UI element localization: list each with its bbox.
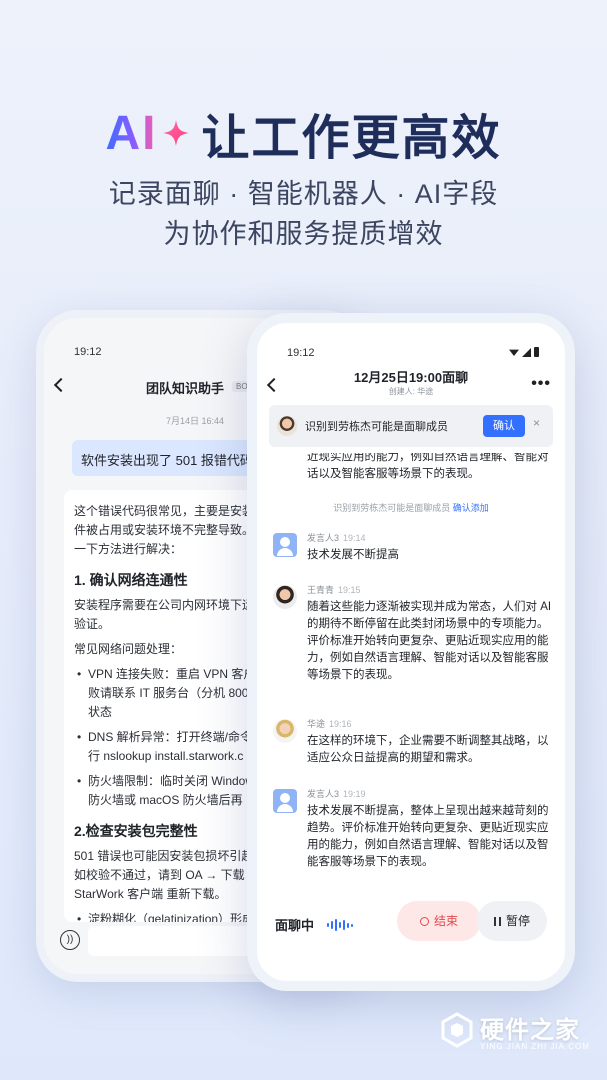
confirm-button[interactable]: 确认	[483, 415, 525, 437]
speaker-name: 华途 19:16	[307, 717, 352, 730]
watermark-url: YING JIAN ZHI JIA.COM	[480, 1042, 590, 1051]
audio-wave-icon	[327, 919, 353, 931]
bot-chat-title: 团队知识助手	[146, 381, 225, 396]
battery-icon	[534, 347, 539, 357]
power-icon	[419, 917, 429, 926]
transcript: 近现实应用的能力，例如自然语言理解、智能对话以及智能客服等场景下的表现。 识别到…	[257, 453, 565, 873]
close-icon[interactable]: ×	[533, 416, 540, 430]
speaker-label: 发言人3	[307, 789, 340, 799]
hero-title-text: 让工作更高效	[201, 112, 502, 165]
speaker-label: 王青青	[307, 585, 335, 595]
message-time: 19:15	[338, 585, 361, 595]
system-notice-text: 识别到劳栋杰可能是面聊成员	[333, 503, 451, 513]
pause-icon	[493, 917, 501, 926]
hero-subtitle-line1: 记录面聊 · 智能机器人 · AI字段	[108, 179, 499, 209]
sparkle-icon	[163, 120, 190, 146]
hexagon-logo-icon	[441, 1012, 473, 1048]
meeting-state: 面聊中	[275, 918, 315, 933]
hero-title: AI 让工作更高效	[0, 98, 607, 168]
avatar	[273, 533, 297, 557]
wifi-icon	[509, 349, 519, 356]
back-arrow-icon[interactable]	[53, 377, 69, 393]
more-options-icon[interactable]: •••	[531, 375, 551, 393]
avatar	[273, 789, 297, 813]
message-time: 19:19	[343, 789, 366, 799]
status-icons	[509, 347, 539, 357]
banner-text: 识别到劳栋杰可能是面聊成员	[305, 421, 448, 433]
system-notice: 识别到劳栋杰可能是面聊成员 确认添加	[257, 501, 565, 514]
speaker-name: 发言人3 19:19	[307, 787, 366, 800]
status-time: 19:12	[74, 346, 102, 358]
speaker-name: 发言人3 19:14	[307, 531, 366, 544]
end-button[interactable]: 结束	[397, 901, 481, 941]
meeting-phone: 19:12 12月25日19:00面聊 创建人: 华途 ••• 识别到劳栋杰可能…	[247, 313, 575, 991]
confirm-add-link[interactable]: 确认添加	[453, 503, 489, 513]
avatar	[273, 585, 297, 609]
meeting-controls: 面聊中 结束 暂停	[257, 895, 565, 955]
voice-input-icon[interactable]: ))	[60, 930, 80, 950]
speaker-label: 华途	[307, 719, 326, 729]
hero-ai-text: AI	[105, 106, 158, 160]
meeting-title: 12月25日19:00面聊	[353, 370, 469, 385]
member-detect-banner: 识别到劳栋杰可能是面聊成员 确认 ×	[269, 405, 553, 447]
message-time: 19:14	[343, 533, 366, 543]
meeting-creator: 创建人: 华途	[388, 387, 434, 396]
hero-subtitle-line2: 为协作和服务提质增效	[163, 219, 444, 249]
speaker-label: 发言人3	[307, 533, 340, 543]
end-label: 结束	[433, 914, 458, 928]
transcript-text: 技术发展不断提高	[307, 549, 399, 561]
watermark-name: 硬件之家	[480, 1017, 580, 1044]
transcript-text: 近现实应用的能力，例如自然语言理解、智能对话以及智能客服等场景下的表现。	[307, 453, 549, 480]
avatar	[273, 719, 297, 743]
avatar	[277, 416, 297, 436]
status-time: 19:12	[287, 347, 315, 359]
transcript-text: 在这样的环境下，企业需要不断调整其战略，以适应公众日益提高的期望和需求。	[307, 735, 549, 764]
pause-label: 暂停	[505, 914, 530, 928]
message-time: 19:16	[329, 719, 352, 729]
message-date: 7月14日 16:44	[166, 416, 225, 426]
transcript-text: 随着这些能力逐渐被实现并成为常态，人们对 AI 的期待不断停留在此类封闭场景中的…	[307, 601, 552, 681]
transcript-text: 技术发展不断提高，整体上呈现出越来越苛刻的趋势。评价标准开始转向更复杂、更贴近现…	[307, 805, 549, 868]
speaker-name: 王青青 19:15	[307, 583, 361, 596]
signal-icon	[522, 347, 531, 357]
pause-button[interactable]: 暂停	[477, 901, 547, 941]
